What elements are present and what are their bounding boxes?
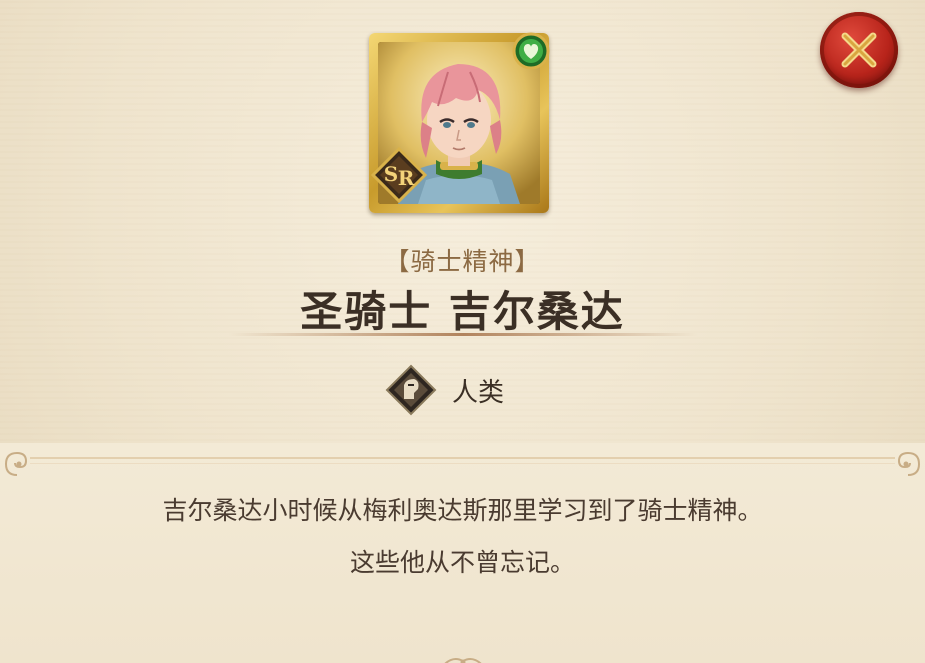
title-divider (228, 333, 698, 336)
description-panel: 吉尔桑达小时候从梅利奥达斯那里学习到了骑士精神。 这些他从不曾忘记。 (0, 443, 925, 663)
corner-ornament-right (897, 451, 920, 476)
svg-text:S: S (384, 162, 398, 186)
description-line-2: 这些他从不曾忘记。 (349, 548, 575, 577)
corner-ornament-left (5, 451, 28, 476)
race-label: 人类 (452, 377, 505, 408)
race-row: 人类 (384, 363, 504, 417)
heart-attribute-icon (512, 32, 550, 70)
close-button[interactable] (820, 12, 898, 88)
description-border (30, 457, 895, 464)
svg-text:R: R (398, 166, 415, 190)
character-name: 圣骑士 吉尔桑达 (300, 287, 625, 336)
character-profile-screen: S R 【骑士精神】 圣骑士 吉尔桑达 人类 吉尔桑达小时候从梅利奥达斯那里学习… (0, 0, 925, 663)
description-text: 吉尔桑达小时候从梅利奥达斯那里学习到了骑士精神。 这些他从不曾忘记。 (60, 485, 865, 589)
description-line-1: 吉尔桑达小时候从梅利奥达斯那里学习到了骑士精神。 (162, 496, 763, 525)
character-portrait: S R (369, 32, 550, 213)
human-race-icon (385, 364, 437, 416)
character-epithet: 【骑士精神】 (384, 247, 541, 276)
bottom-ornament (444, 658, 482, 663)
rarity-sr-badge: S R (370, 146, 428, 204)
close-icon (841, 32, 877, 68)
